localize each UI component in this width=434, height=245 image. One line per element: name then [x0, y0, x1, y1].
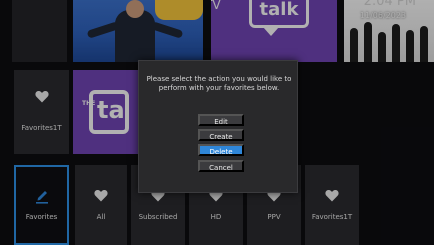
- delete-button[interactable]: Delete: [198, 144, 244, 156]
- cancel-button[interactable]: Cancel: [198, 160, 244, 172]
- favorites-action-dialog: Please select the action you would like …: [138, 60, 298, 193]
- edit-button[interactable]: Edit: [198, 114, 244, 126]
- create-button[interactable]: Create: [198, 129, 244, 141]
- dialog-message: Please select the action you would like …: [146, 75, 292, 92]
